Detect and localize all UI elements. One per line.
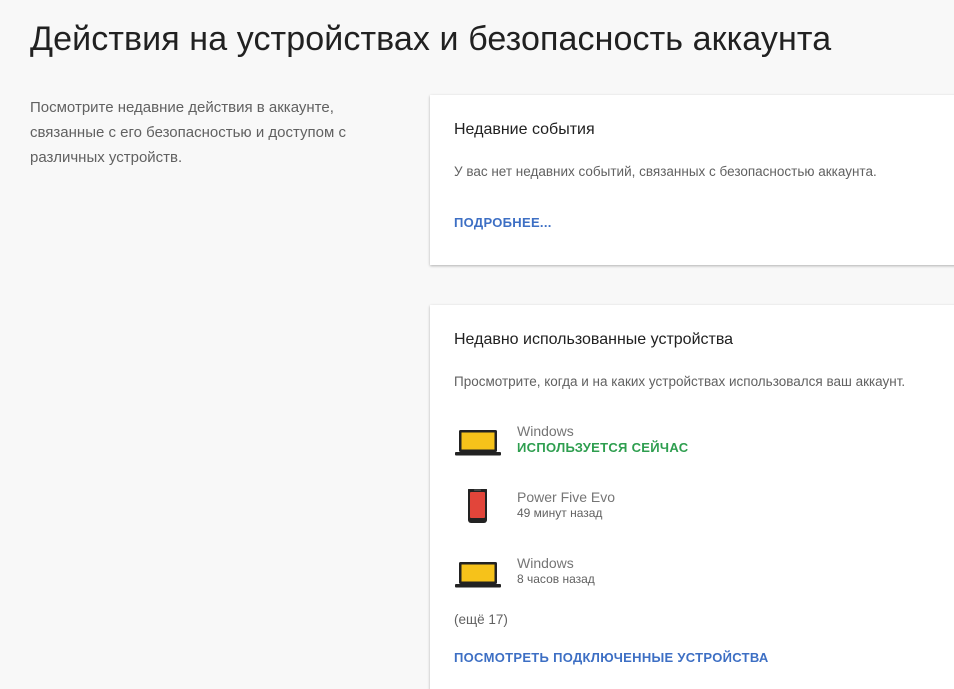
more-devices-count: (ещё 17): [454, 612, 508, 627]
device-item-power-five-evo[interactable]: Power Five Evo 49 минут назад: [454, 487, 934, 535]
device-item-windows-current[interactable]: Windows ИСПОЛЬЗУЕТСЯ СЕЙЧАС: [454, 423, 934, 469]
device-name: Windows: [517, 423, 574, 439]
device-status-active: ИСПОЛЬЗУЕТСЯ СЕЙЧАС: [517, 440, 689, 455]
recent-devices-title: Недавно использованные устройства: [454, 331, 734, 348]
recent-events-more-link[interactable]: ПОДРОБНЕЕ...: [454, 215, 552, 230]
phone-icon: [454, 487, 502, 529]
recent-events-description: У вас нет недавних событий, связанных с …: [454, 164, 877, 179]
page: Действия на устройствах и безопасность а…: [0, 0, 954, 689]
recent-events-title: Недавние события: [454, 121, 595, 138]
laptop-icon: [454, 555, 502, 595]
view-connected-devices-link[interactable]: ПОСМОТРЕТЬ ПОДКЛЮЧЕННЫЕ УСТРОЙСТВА: [454, 650, 769, 665]
device-name: Power Five Evo: [517, 489, 616, 505]
device-item-windows[interactable]: Windows 8 часов назад: [454, 555, 934, 601]
device-name: Windows: [517, 555, 574, 571]
page-intro: Посмотрите недавние действия в аккаунте,…: [30, 99, 346, 166]
recent-events-card: Недавние события У вас нет недавних собы…: [430, 95, 954, 265]
recent-devices-card: Недавно использованные устройства Просмо…: [430, 305, 954, 689]
device-last-seen: 49 минут назад: [517, 506, 603, 520]
laptop-icon: [454, 423, 502, 463]
device-last-seen: 8 часов назад: [517, 572, 595, 586]
page-title: Действия на устройствах и безопасность а…: [30, 20, 832, 58]
recent-devices-description: Просмотрите, когда и на каких устройства…: [454, 374, 906, 389]
